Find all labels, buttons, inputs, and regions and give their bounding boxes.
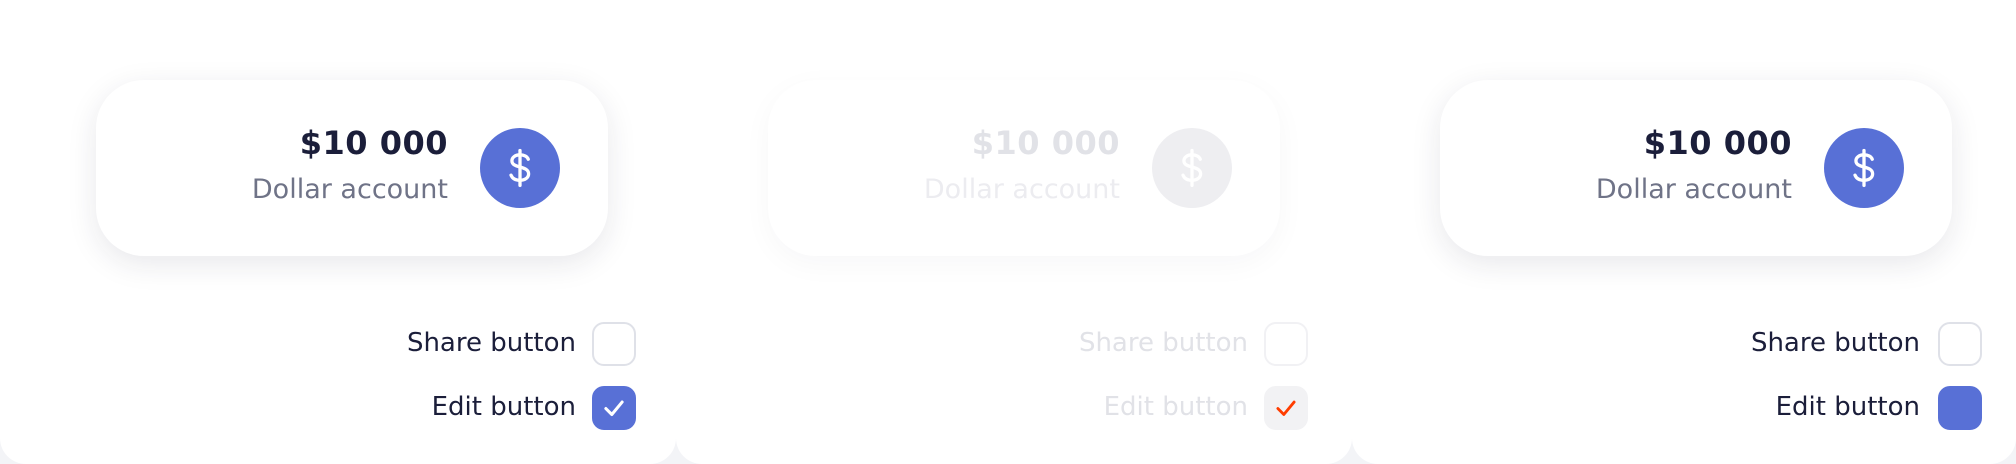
edit-button-checkbox[interactable] [1938, 386, 1982, 430]
edit-button-checkbox-disabled [1264, 386, 1308, 430]
edit-button-checkbox[interactable] [592, 386, 636, 430]
dollar-icon [480, 128, 560, 208]
account-amount: $10 000 [1643, 124, 1792, 162]
edit-button-label: Edit button [1775, 392, 1920, 422]
account-amount: $10 000 [299, 124, 448, 162]
dollar-icon [1824, 128, 1904, 208]
account-card[interactable]: $10 000 Dollar account [96, 80, 608, 256]
share-button-label: Share button [1750, 328, 1920, 358]
account-label: Dollar account [251, 174, 448, 205]
account-amount: $10 000 [971, 124, 1120, 162]
share-button-label: Share button [406, 328, 576, 358]
checkmark-icon [1276, 400, 1296, 416]
edit-button-label: Edit button [431, 392, 576, 422]
share-button-checkbox[interactable] [1938, 322, 1982, 366]
account-label: Dollar account [1595, 174, 1792, 205]
account-card-disabled: $10 000 Dollar account [768, 80, 1280, 256]
edit-button-label: Edit button [1103, 392, 1248, 422]
share-button-checkbox-disabled [1264, 322, 1308, 366]
account-label: Dollar account [923, 174, 1120, 205]
checkmark-icon [604, 400, 624, 417]
account-card[interactable]: $10 000 Dollar account [1440, 80, 1952, 256]
share-button-checkbox[interactable] [592, 322, 636, 366]
share-button-label: Share button [1078, 328, 1248, 358]
dollar-icon [1152, 128, 1232, 208]
